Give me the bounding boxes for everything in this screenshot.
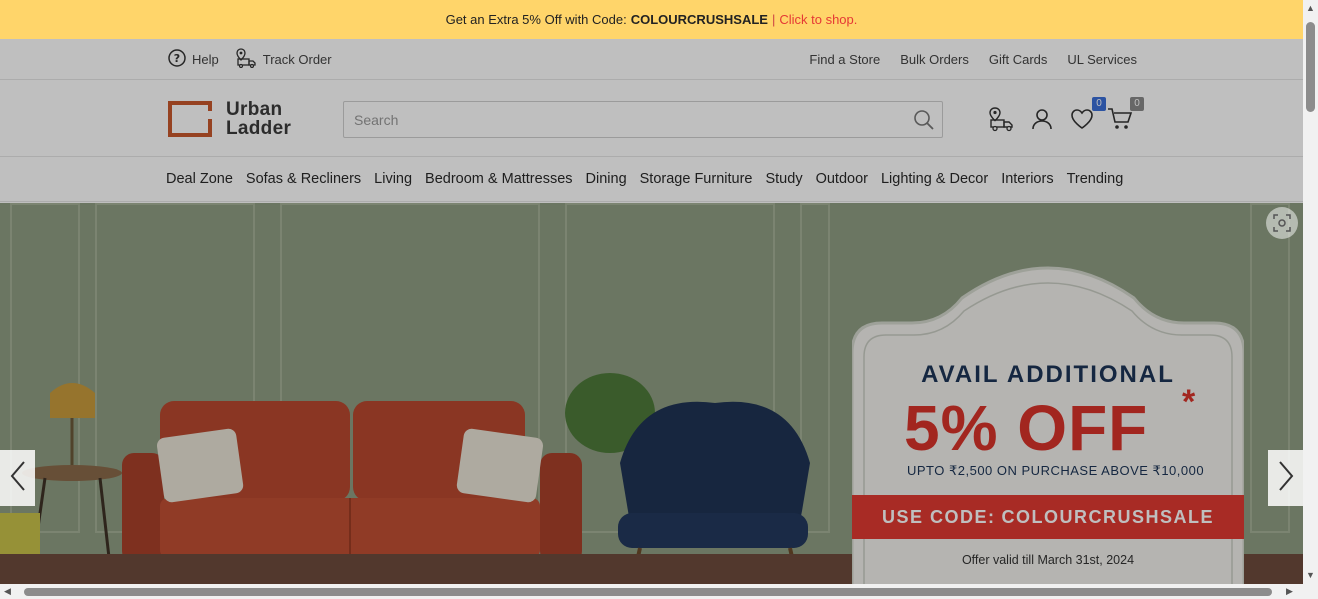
- utility-bar: ? Help Track Order Find a Store Bulk Ord…: [0, 39, 1303, 80]
- logo-mark-icon: [168, 101, 216, 137]
- promo-separator: |: [771, 12, 776, 27]
- carousel-next-button[interactable]: [1268, 450, 1303, 506]
- cart-count-badge: 0: [1130, 97, 1144, 111]
- help-link[interactable]: ? Help: [168, 49, 219, 70]
- wishlist-count-badge: 0: [1092, 97, 1106, 111]
- promo-shop-link[interactable]: Click to shop.: [779, 12, 857, 27]
- horizontal-scroll-thumb[interactable]: [24, 588, 1272, 596]
- delivery-truck-icon[interactable]: [988, 105, 1016, 133]
- offer-asterisk: *: [1182, 383, 1196, 421]
- chevron-left-icon: [9, 460, 27, 497]
- offer-code: COLOURCRUSHSALE: [1001, 506, 1215, 527]
- promo-bar[interactable]: Get an Extra 5% Off with Code: COLOURCRU…: [0, 0, 1303, 39]
- vertical-scroll-thumb[interactable]: [1306, 22, 1315, 112]
- scroll-right-arrow-icon[interactable]: ▶: [1286, 586, 1293, 597]
- category-nav: Deal Zone Sofas & Recliners Living Bedro…: [0, 157, 1303, 202]
- search-icon[interactable]: [906, 102, 942, 138]
- nav-storage-furniture[interactable]: Storage Furniture: [640, 171, 753, 187]
- offer-code-ribbon: USE CODE: COLOURCRUSHSALE: [852, 495, 1244, 539]
- ul-services-link[interactable]: UL Services: [1067, 52, 1137, 67]
- find-store-link[interactable]: Find a Store: [809, 52, 880, 67]
- help-icon: ?: [168, 49, 186, 70]
- nav-bedroom-mattresses[interactable]: Bedroom & Mattresses: [425, 171, 572, 187]
- search-input[interactable]: [354, 111, 906, 128]
- track-order-link[interactable]: Track Order: [235, 48, 332, 71]
- logo-line1: Urban: [226, 99, 283, 120]
- carousel-prev-button[interactable]: [0, 450, 35, 506]
- offer-code-label: USE CODE:: [881, 506, 996, 527]
- nav-deal-zone[interactable]: Deal Zone: [166, 171, 233, 187]
- track-order-label: Track Order: [262, 52, 332, 67]
- promo-code: COLOURCRUSHSALE: [630, 12, 768, 27]
- logo-line2: Ladder: [226, 118, 292, 139]
- utility-right: Find a Store Bulk Orders Gift Cards UL S…: [809, 39, 1137, 80]
- vertical-scrollbar[interactable]: ▲ ▼: [1303, 0, 1318, 584]
- track-order-icon: [235, 48, 257, 71]
- svg-text:?: ?: [174, 52, 180, 65]
- help-label: Help: [192, 52, 219, 67]
- nav-sofas-recliners[interactable]: Sofas & Recliners: [246, 171, 361, 187]
- scan-icon[interactable]: [1266, 207, 1298, 239]
- nav-dining[interactable]: Dining: [586, 171, 627, 187]
- scroll-up-arrow-icon[interactable]: ▲: [1306, 3, 1315, 13]
- hero-banner[interactable]: AVAIL ADDITIONAL 5% OFF * UPTO ₹2,500 ON…: [0, 203, 1303, 584]
- promo-text: Get an Extra 5% Off with Code:: [445, 12, 627, 27]
- living-room-illustration: [0, 373, 810, 584]
- nav-outdoor[interactable]: Outdoor: [816, 171, 868, 187]
- gift-cards-link[interactable]: Gift Cards: [989, 52, 1048, 67]
- scroll-down-arrow-icon[interactable]: ▼: [1306, 570, 1315, 580]
- nav-living[interactable]: Living: [374, 171, 412, 187]
- offer-discount: 5% OFF: [904, 392, 1149, 464]
- nav-trending[interactable]: Trending: [1067, 171, 1124, 187]
- page-viewport: Get an Extra 5% Off with Code: COLOURCRU…: [0, 0, 1303, 584]
- chevron-right-icon: [1277, 460, 1295, 497]
- logo-text: Urban Ladder: [226, 100, 291, 138]
- wishlist-heart-icon[interactable]: 0: [1068, 97, 1106, 133]
- user-profile-icon[interactable]: [1028, 105, 1056, 133]
- utility-left: ? Help Track Order: [168, 39, 332, 80]
- nav-lighting-decor[interactable]: Lighting & Decor: [881, 171, 988, 187]
- offer-upto-text: UPTO ₹2,500 ON PURCHASE ABOVE ₹10,000: [907, 463, 1205, 478]
- scroll-left-arrow-icon[interactable]: ◀: [4, 586, 11, 597]
- urban-ladder-logo[interactable]: Urban Ladder: [168, 100, 291, 138]
- nav-study[interactable]: Study: [765, 171, 802, 187]
- offer-validity: Offer valid till March 31st, 2024: [961, 553, 1135, 567]
- search-box: [343, 101, 943, 138]
- bulk-orders-link[interactable]: Bulk Orders: [900, 52, 969, 67]
- horizontal-scrollbar[interactable]: ◀ ▶: [0, 584, 1318, 599]
- offer-card: AVAIL ADDITIONAL 5% OFF * UPTO ₹2,500 ON…: [852, 263, 1244, 584]
- nav-interiors[interactable]: Interiors: [1001, 171, 1053, 187]
- cart-icon[interactable]: 0: [1106, 97, 1144, 133]
